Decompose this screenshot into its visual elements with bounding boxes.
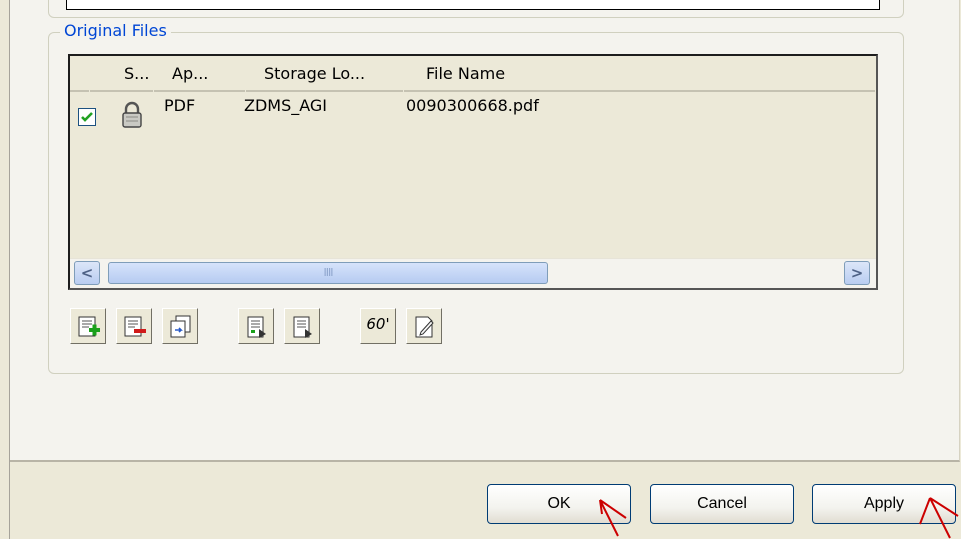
row-storage-location: ZDMS_AGI	[244, 96, 328, 115]
row-application: PDF	[164, 96, 196, 115]
checkmark-icon	[81, 112, 93, 122]
check-in-icon	[247, 316, 266, 338]
copy-file-button[interactable]	[162, 308, 198, 344]
scroll-thumb[interactable]: IIII	[108, 262, 548, 284]
column-header-application[interactable]: Ap...	[156, 56, 246, 92]
row-checkbox[interactable]	[78, 108, 96, 126]
row-file-name: 0090300668.pdf	[406, 96, 539, 115]
check-out-button[interactable]	[284, 308, 320, 344]
glasses-icon: 60'	[366, 315, 390, 333]
copy-file-icon	[170, 315, 191, 338]
add-file-button[interactable]	[70, 308, 106, 344]
annotation-arrow-ok	[599, 499, 627, 537]
display-button[interactable]: 60'	[360, 308, 396, 344]
original-files-list[interactable]: S... Ap... Storage Lo... File Name PDF Z…	[68, 54, 878, 290]
column-header-storage-location[interactable]: Storage Lo...	[248, 56, 404, 92]
column-header-file-name[interactable]: File Name	[406, 56, 876, 92]
upper-field	[66, 0, 880, 10]
delete-file-button[interactable]	[116, 308, 152, 344]
edit-button[interactable]	[406, 308, 442, 344]
edit-icon	[415, 316, 434, 338]
check-out-icon	[293, 316, 312, 338]
list-header: S... Ap... Storage Lo... File Name	[70, 56, 876, 92]
original-files-legend: Original Files	[60, 19, 171, 43]
column-header-select[interactable]	[70, 56, 90, 92]
horizontal-scrollbar[interactable]: < IIII >	[70, 258, 876, 288]
check-in-button[interactable]	[238, 308, 274, 344]
add-file-icon	[78, 316, 100, 337]
column-header-status[interactable]: S...	[92, 56, 154, 92]
scroll-right-button[interactable]: >	[844, 261, 870, 285]
lock-icon	[120, 100, 144, 130]
scroll-left-button[interactable]: <	[74, 261, 100, 285]
delete-file-icon	[124, 316, 146, 337]
annotation-arrow-apply	[919, 497, 959, 539]
cancel-button[interactable]: Cancel	[650, 484, 794, 524]
dialog-left-edge	[0, 0, 10, 539]
